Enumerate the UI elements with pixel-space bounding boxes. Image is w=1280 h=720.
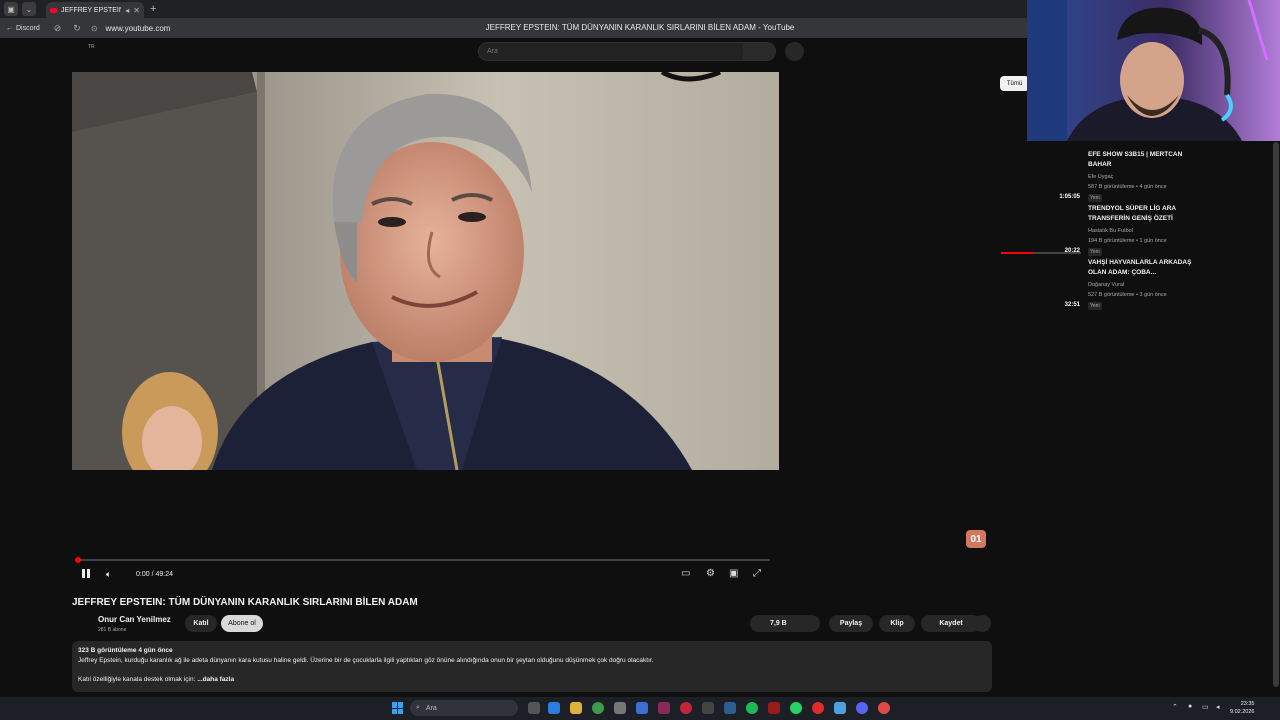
recommendation-meta: 194 B görüntüleme • 1 gün önce bbox=[1088, 238, 1167, 244]
video-frame bbox=[72, 72, 779, 470]
time-display: 0:00 / 49:24 bbox=[136, 571, 173, 578]
overlay-badge[interactable]: 01 bbox=[966, 530, 986, 548]
discord-icon[interactable] bbox=[856, 702, 868, 714]
search-button[interactable] bbox=[743, 43, 775, 60]
subtitles-icon[interactable]: ▭ bbox=[681, 568, 690, 579]
miniplayer-icon[interactable]: ▣ bbox=[729, 568, 738, 579]
app-icon[interactable] bbox=[702, 702, 714, 714]
show-more-link[interactable]: ...daha fazla bbox=[197, 676, 234, 683]
whatsapp-icon[interactable] bbox=[790, 702, 802, 714]
file-explorer-icon[interactable] bbox=[570, 702, 582, 714]
task-view-icon[interactable] bbox=[528, 702, 540, 714]
youtube-favicon-icon bbox=[50, 7, 57, 13]
volume-tray-icon[interactable]: ◂ bbox=[1216, 703, 1220, 711]
new-tab-button[interactable]: + bbox=[150, 3, 156, 15]
video-thumbnail[interactable] bbox=[1000, 204, 1082, 254]
webcam-overlay bbox=[1027, 0, 1280, 141]
new-badge: Yeni bbox=[1088, 194, 1102, 202]
page-scrollbar[interactable] bbox=[1273, 142, 1279, 687]
chip-all[interactable]: Tümü bbox=[1000, 76, 1029, 91]
search-input[interactable]: Ara bbox=[478, 42, 776, 61]
progress-scrubber-handle[interactable] bbox=[75, 557, 81, 563]
recommendation-item[interactable]: 20:22 TRENDYOL SÜPER LİG ARA TRANSFERİN … bbox=[1000, 204, 1250, 258]
recommendation-channel[interactable]: Doğanay Vural bbox=[1088, 282, 1124, 288]
spotify-icon[interactable] bbox=[746, 702, 758, 714]
app-icon[interactable] bbox=[614, 702, 626, 714]
recommendation-title[interactable]: EFE SHOW S3B15 | MERTCAN BAHAR bbox=[1088, 150, 1192, 170]
duration-label: 1:05:05 bbox=[1059, 194, 1080, 200]
speaker-icon[interactable]: ◂ bbox=[125, 6, 129, 15]
recommendation-item[interactable]: 32:51 VAHŞİ HAYVANLARLA ARKADAŞ OLAN ADA… bbox=[1000, 258, 1250, 312]
more-actions-button[interactable] bbox=[974, 615, 991, 632]
copilot-icon[interactable] bbox=[548, 702, 560, 714]
video-title: JEFFREY EPSTEIN: TÜM DÜNYANIN KARANLIK S… bbox=[72, 597, 418, 608]
view-stats: 323 B görüntüleme 4 gün önce bbox=[78, 647, 173, 654]
video-thumbnail[interactable] bbox=[1000, 258, 1082, 308]
taskbar-search-input[interactable]: ⌕ Ara bbox=[410, 700, 518, 716]
recommendation-item[interactable]: 1:05:05 EFE SHOW S3B15 | MERTCAN BAHAR E… bbox=[1000, 150, 1250, 204]
app-icon[interactable] bbox=[680, 702, 692, 714]
windows-start-icon[interactable] bbox=[392, 702, 404, 714]
support-text: Katıl özelliğiyle kanala destek olmak iç… bbox=[78, 676, 196, 683]
description-box[interactable]: 323 B görüntüleme 4 gün önce Jeffrey Eps… bbox=[72, 641, 992, 692]
join-button[interactable]: Katıl bbox=[185, 615, 217, 632]
fullscreen-icon[interactable]: ⤢ bbox=[753, 568, 761, 579]
volume-icon[interactable]: 🔈︎ bbox=[106, 569, 111, 580]
clock-time: 23:35 bbox=[1240, 701, 1255, 707]
clip-button[interactable]: Klip bbox=[879, 615, 915, 632]
recommendation-channel[interactable]: Efe Uygaç bbox=[1088, 174, 1113, 180]
yandex-icon[interactable] bbox=[812, 702, 824, 714]
tab-list-chevron-icon[interactable]: ⌄ bbox=[22, 2, 36, 16]
like-button[interactable]: 7,9 B bbox=[750, 615, 820, 632]
new-badge: Yeni bbox=[1088, 302, 1102, 310]
video-player[interactable] bbox=[72, 72, 779, 470]
video-progress-bar[interactable] bbox=[75, 557, 770, 563]
new-badge: Yeni bbox=[1088, 248, 1102, 256]
taskbar-clock[interactable]: 23:35 9.02.2026 bbox=[1230, 700, 1254, 716]
tab-actions-button[interactable]: ▣ bbox=[4, 2, 18, 16]
clock-date: 9.02.2026 bbox=[1230, 709, 1255, 715]
steam-icon[interactable] bbox=[724, 702, 736, 714]
browser-tab[interactable]: JEFFREY EPSTEIN: T ◂ ✕ bbox=[46, 2, 144, 18]
settings-gear-icon[interactable]: ⚙ bbox=[706, 568, 715, 579]
microphone-icon[interactable]: ● bbox=[1188, 703, 1192, 710]
share-button[interactable]: Paylaş bbox=[829, 615, 873, 632]
save-button[interactable]: Kaydet bbox=[921, 615, 981, 632]
recommendation-channel[interactable]: Hastalık Bu Futbol bbox=[1088, 228, 1133, 234]
app-icon[interactable] bbox=[658, 702, 670, 714]
search-icon: ⌕ bbox=[416, 704, 420, 711]
watched-progress-bar bbox=[1001, 252, 1081, 254]
subscribe-button[interactable]: Abone ol bbox=[221, 615, 263, 632]
duration-label: 32:51 bbox=[1064, 302, 1080, 308]
channel-name[interactable]: Onur Can Yenilmez bbox=[98, 615, 171, 624]
tab-title: JEFFREY EPSTEIN: T bbox=[61, 6, 121, 14]
locale-label: TR bbox=[88, 44, 95, 50]
recommendation-meta: 527 B görüntüleme • 3 gün önce bbox=[1088, 292, 1167, 298]
recommendation-title[interactable]: VAHŞİ HAYVANLARLA ARKADAŞ OLAN ADAM: ÇOB… bbox=[1088, 258, 1192, 278]
description-support-line: Katıl özelliğiyle kanala destek olmak iç… bbox=[78, 676, 986, 683]
taskbar-search-placeholder: Ara bbox=[425, 704, 437, 712]
app-icon[interactable] bbox=[834, 702, 846, 714]
search-placeholder: Ara bbox=[487, 48, 498, 55]
webcam-image bbox=[1027, 0, 1280, 141]
recommendation-meta: 587 B görüntüleme • 4 gün önce bbox=[1088, 184, 1167, 190]
subscriber-count: 281 B abone bbox=[98, 627, 127, 633]
description-text: Jeffrey Epstein, kurduğu karanlık ağ ile… bbox=[78, 657, 654, 664]
chrome-icon[interactable] bbox=[592, 702, 604, 714]
video-thumbnail[interactable] bbox=[1000, 150, 1082, 200]
app-icon[interactable] bbox=[768, 702, 780, 714]
pause-button[interactable] bbox=[82, 569, 92, 580]
network-icon[interactable]: ▭ bbox=[1202, 703, 1209, 711]
like-count: 7,9 B bbox=[770, 620, 787, 627]
edge-icon[interactable] bbox=[636, 702, 648, 714]
voice-search-button[interactable] bbox=[785, 42, 804, 61]
recommendation-title[interactable]: TRENDYOL SÜPER LİG ARA TRANSFERİN GENİŞ … bbox=[1088, 204, 1192, 224]
close-tab-icon[interactable]: ✕ bbox=[133, 6, 140, 15]
app-icon[interactable] bbox=[878, 702, 890, 714]
tray-chevron-icon[interactable]: ⌃ bbox=[1172, 703, 1178, 711]
